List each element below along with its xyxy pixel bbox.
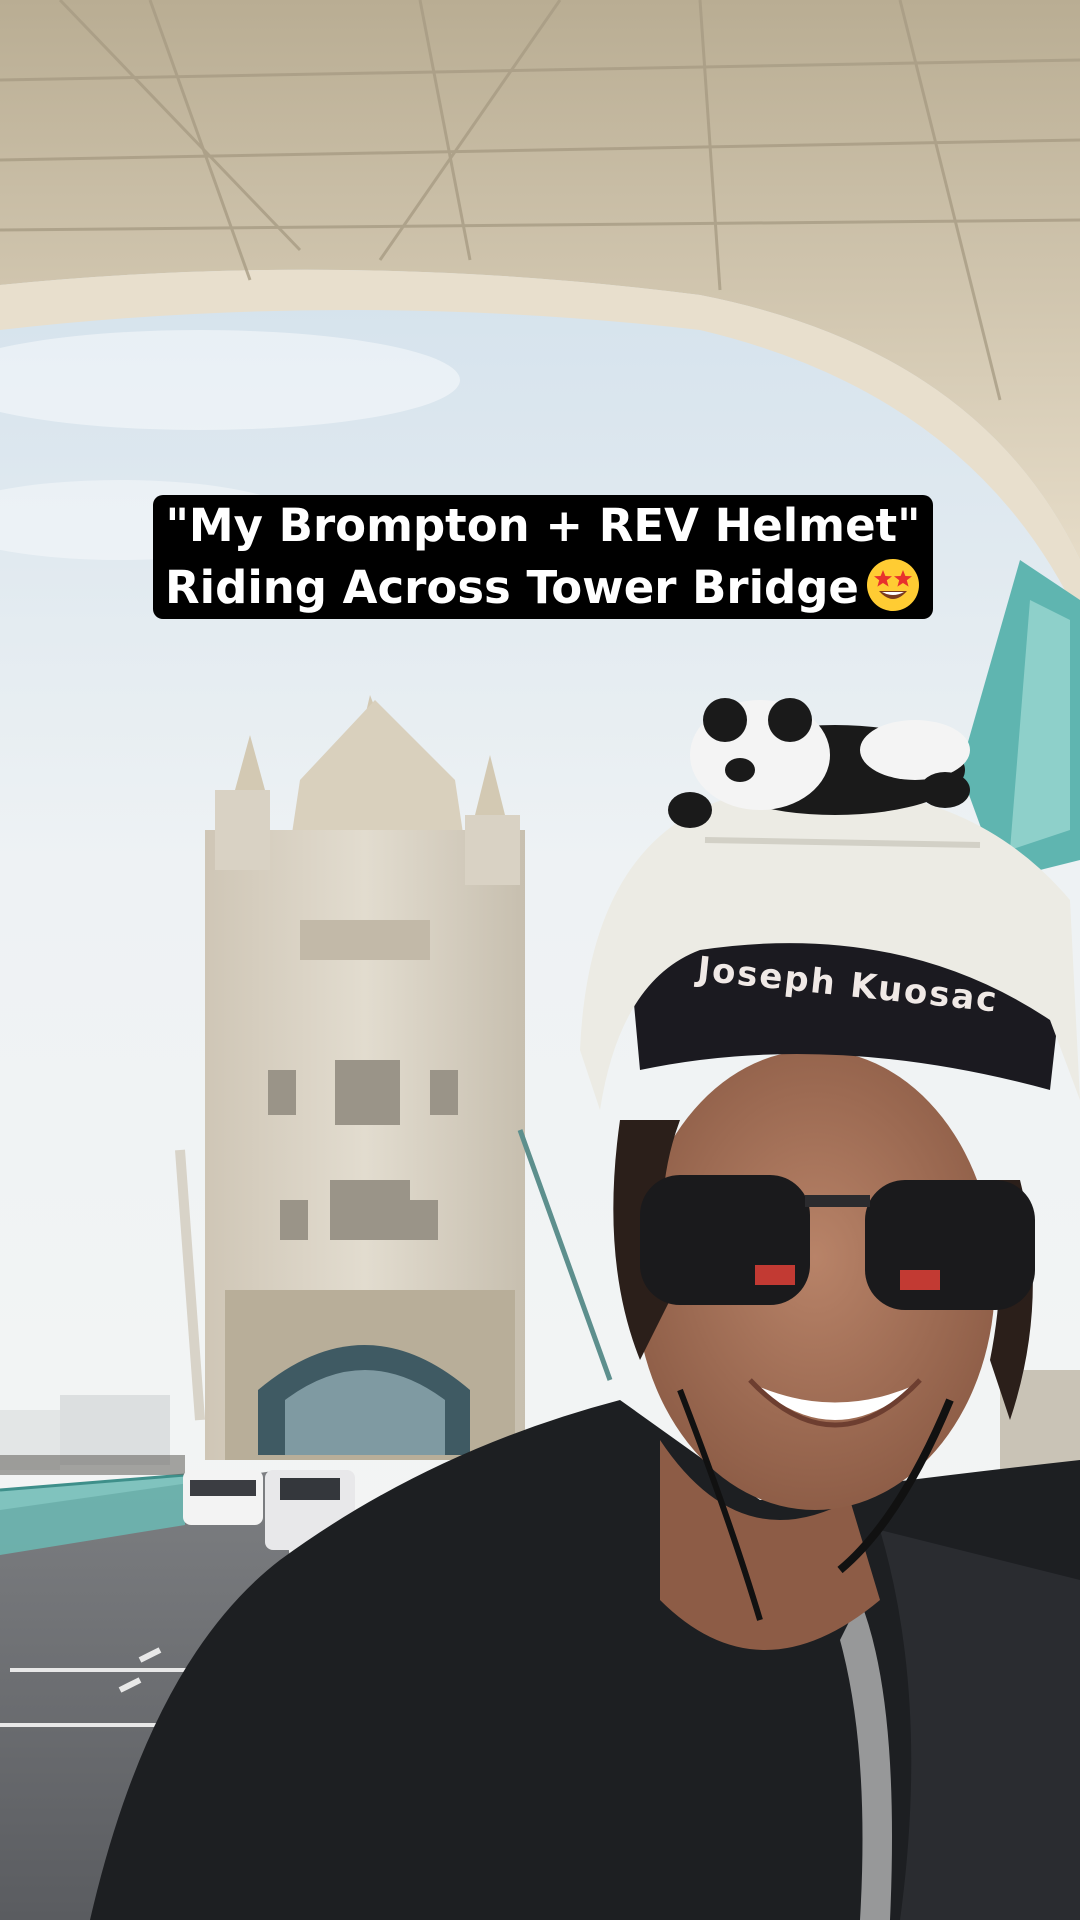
video-caption: "My Brompton + REV Helmet" Riding Across… <box>136 495 950 619</box>
star-struck-emoji-icon <box>866 559 919 611</box>
caption-line-2-text: Riding Across Tower Bridge <box>165 561 859 614</box>
photo-scene <box>0 0 1080 1920</box>
caption-line-2: Riding Across Tower Bridge <box>153 557 933 619</box>
caption-line-1: "My Brompton + REV Helmet" <box>153 495 933 557</box>
